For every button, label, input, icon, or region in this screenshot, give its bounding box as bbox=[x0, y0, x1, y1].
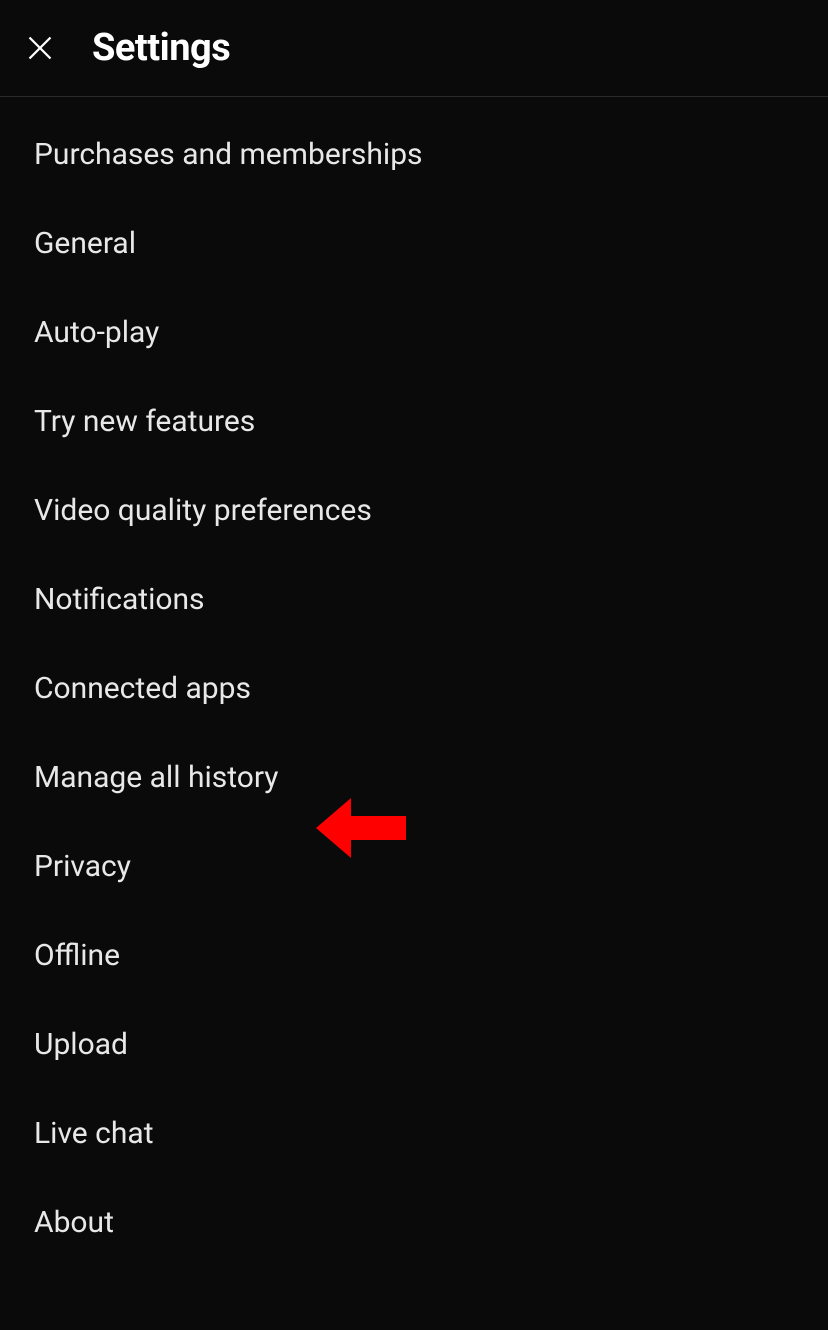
settings-item-manage-history[interactable]: Manage all history bbox=[0, 733, 828, 822]
settings-item-label: General bbox=[34, 226, 136, 261]
settings-item-upload[interactable]: Upload bbox=[0, 1000, 828, 1089]
settings-item-label: Purchases and memberships bbox=[34, 137, 423, 172]
settings-item-live-chat[interactable]: Live chat bbox=[0, 1089, 828, 1178]
settings-item-about[interactable]: About bbox=[0, 1178, 828, 1267]
settings-item-label: Try new features bbox=[34, 404, 255, 439]
header: Settings bbox=[0, 0, 828, 97]
settings-item-notifications[interactable]: Notifications bbox=[0, 555, 828, 644]
settings-item-label: Auto-play bbox=[34, 315, 159, 350]
settings-list: Purchases and memberships General Auto-p… bbox=[0, 97, 828, 1267]
settings-item-label: Video quality preferences bbox=[34, 493, 372, 528]
settings-item-connected-apps[interactable]: Connected apps bbox=[0, 644, 828, 733]
settings-item-label: Manage all history bbox=[34, 760, 279, 795]
settings-item-label: Upload bbox=[34, 1027, 128, 1062]
settings-item-privacy[interactable]: Privacy bbox=[0, 822, 828, 911]
settings-item-label: Privacy bbox=[34, 849, 131, 884]
settings-item-video-quality[interactable]: Video quality preferences bbox=[0, 466, 828, 555]
page-title: Settings bbox=[92, 26, 230, 70]
settings-item-label: Notifications bbox=[34, 582, 205, 617]
close-icon[interactable] bbox=[22, 30, 58, 66]
settings-item-offline[interactable]: Offline bbox=[0, 911, 828, 1000]
settings-item-label: Live chat bbox=[34, 1116, 154, 1151]
settings-item-purchases[interactable]: Purchases and memberships bbox=[0, 97, 828, 199]
settings-item-new-features[interactable]: Try new features bbox=[0, 377, 828, 466]
settings-item-label: Offline bbox=[34, 938, 120, 973]
settings-item-autoplay[interactable]: Auto-play bbox=[0, 288, 828, 377]
settings-item-label: About bbox=[34, 1205, 114, 1240]
settings-item-general[interactable]: General bbox=[0, 199, 828, 288]
settings-item-label: Connected apps bbox=[34, 671, 251, 706]
